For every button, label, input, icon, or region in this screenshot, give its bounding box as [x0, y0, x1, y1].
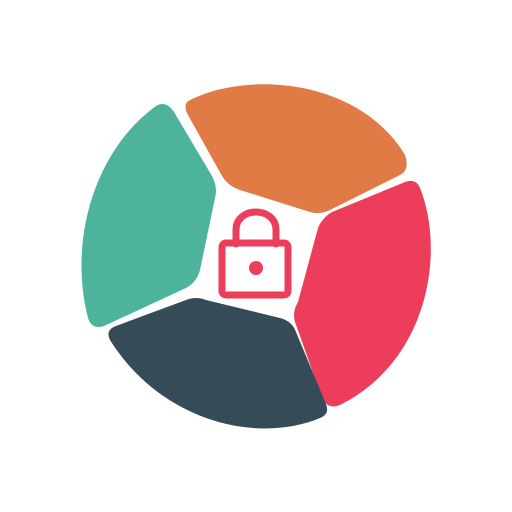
- wheel-segment-top: [185, 84, 407, 214]
- wheel-segment-right: [294, 180, 431, 407]
- padlock-shackle: [232, 208, 280, 248]
- app-icon-canvas: [0, 0, 512, 512]
- app-icon[interactable]: [0, 0, 512, 512]
- padlock-icon: [218, 208, 292, 299]
- wheel-segment-left: [81, 104, 216, 327]
- padlock-keyhole: [249, 261, 263, 275]
